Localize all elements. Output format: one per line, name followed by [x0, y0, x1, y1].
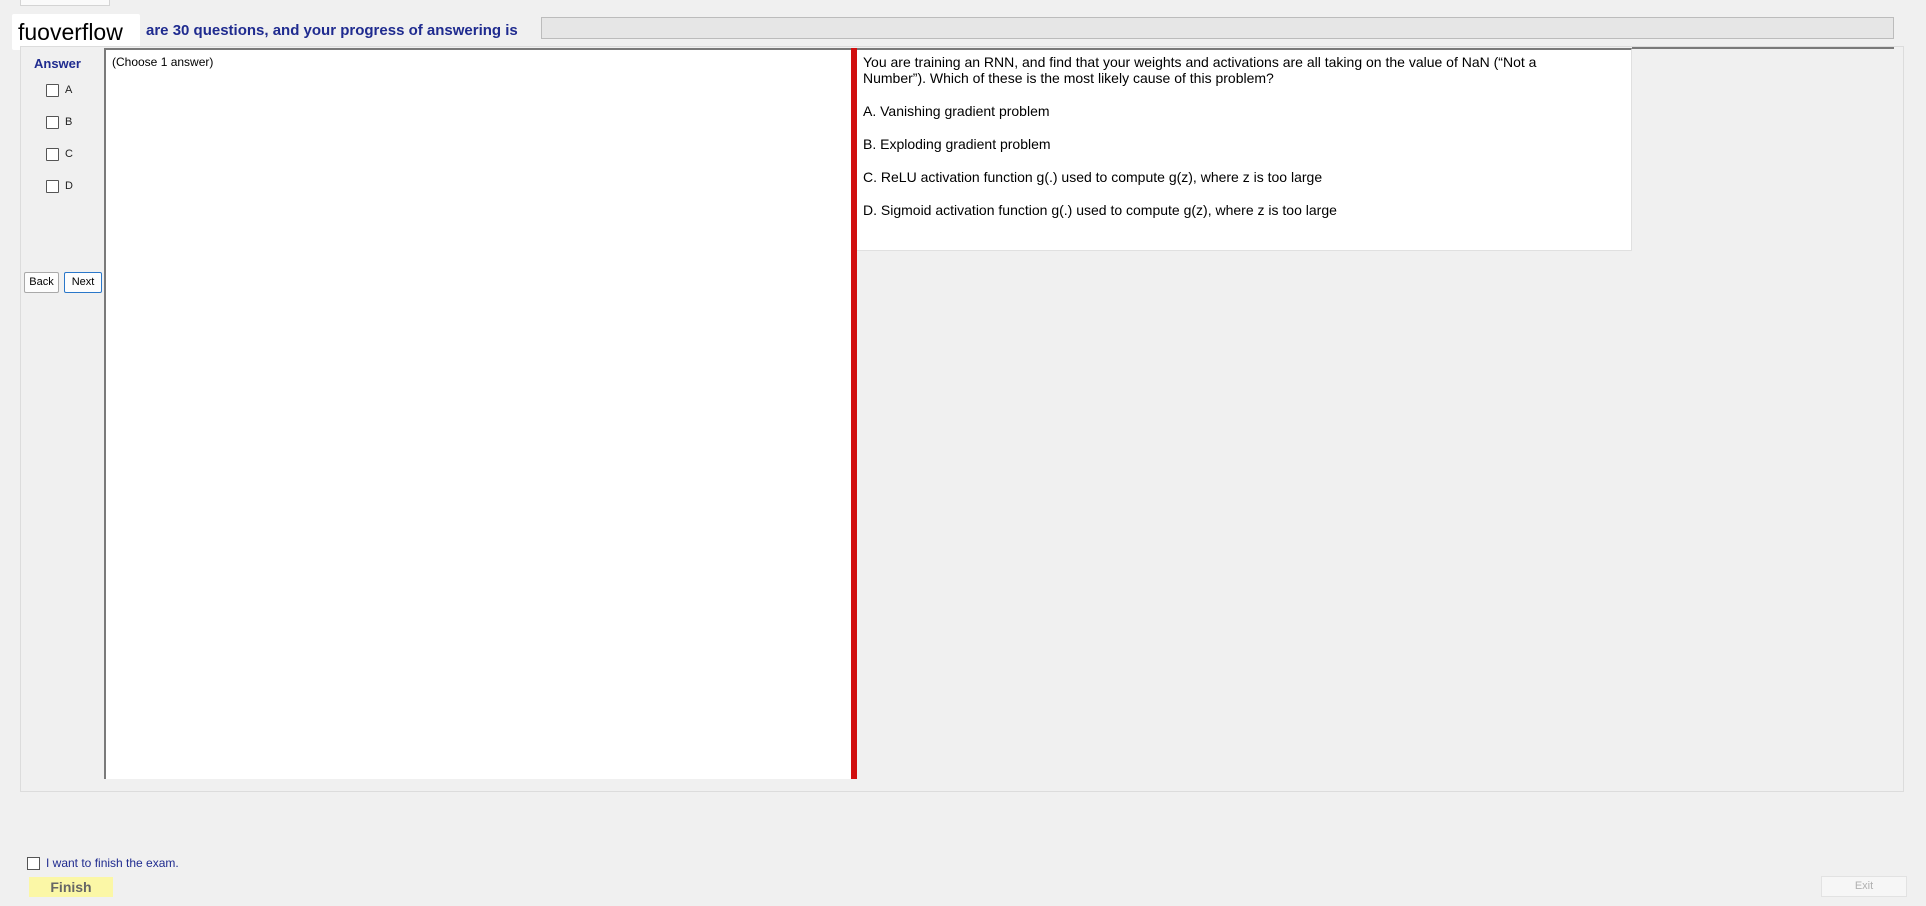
finish-exam-checkbox[interactable]: I want to finish the exam.: [27, 856, 179, 870]
answer-option-label: C: [65, 148, 73, 160]
choose-instruction: (Choose 1 answer): [112, 55, 214, 69]
checkbox-a[interactable]: [46, 83, 59, 97]
checkbox-d[interactable]: [46, 179, 59, 193]
question-option-d: D. Sigmoid activation function g(.) used…: [863, 202, 1337, 218]
finish-checkbox-label: I want to finish the exam.: [46, 856, 179, 870]
question-option-c: C. ReLU activation function g(.) used to…: [863, 169, 1323, 185]
progress-label: are 30 questions, and your progress of a…: [146, 22, 518, 39]
answer-option-d[interactable]: D: [46, 178, 73, 194]
question-option-a: A. Vanishing gradient problem: [863, 103, 1050, 119]
answer-column: Answer A B C D: [24, 46, 104, 786]
answer-option-label: D: [65, 180, 73, 192]
watermark-logo: fuoverflow: [12, 14, 140, 50]
question-text: You are training an RNN, and find that y…: [863, 54, 1537, 86]
back-button[interactable]: Back: [24, 272, 59, 293]
question-box: You are training an RNN, and find that y…: [857, 48, 1632, 251]
answer-option-label: A: [65, 84, 73, 96]
answer-option-c[interactable]: C: [46, 146, 73, 162]
exit-button[interactable]: Exit: [1821, 876, 1907, 897]
answer-notes-pane: (Choose 1 answer): [104, 48, 853, 779]
checkbox-c[interactable]: [46, 147, 59, 161]
answer-option-b[interactable]: B: [46, 114, 72, 130]
top-tab[interactable]: [20, 0, 110, 6]
progress-bar: [541, 17, 1894, 39]
next-button[interactable]: Next: [64, 272, 102, 293]
answer-option-label: B: [65, 116, 73, 128]
checkbox-b[interactable]: [46, 115, 59, 129]
answer-option-a[interactable]: A: [46, 82, 72, 98]
exam-window: fuoverflow are 30 questions, and your pr…: [0, 0, 1926, 906]
question-option-b: B. Exploding gradient problem: [863, 136, 1051, 152]
finish-button[interactable]: Finish: [29, 877, 113, 897]
finish-checkbox-box[interactable]: [27, 856, 40, 870]
answer-title: Answer: [34, 56, 81, 71]
right-pane-border: [1632, 47, 1894, 49]
